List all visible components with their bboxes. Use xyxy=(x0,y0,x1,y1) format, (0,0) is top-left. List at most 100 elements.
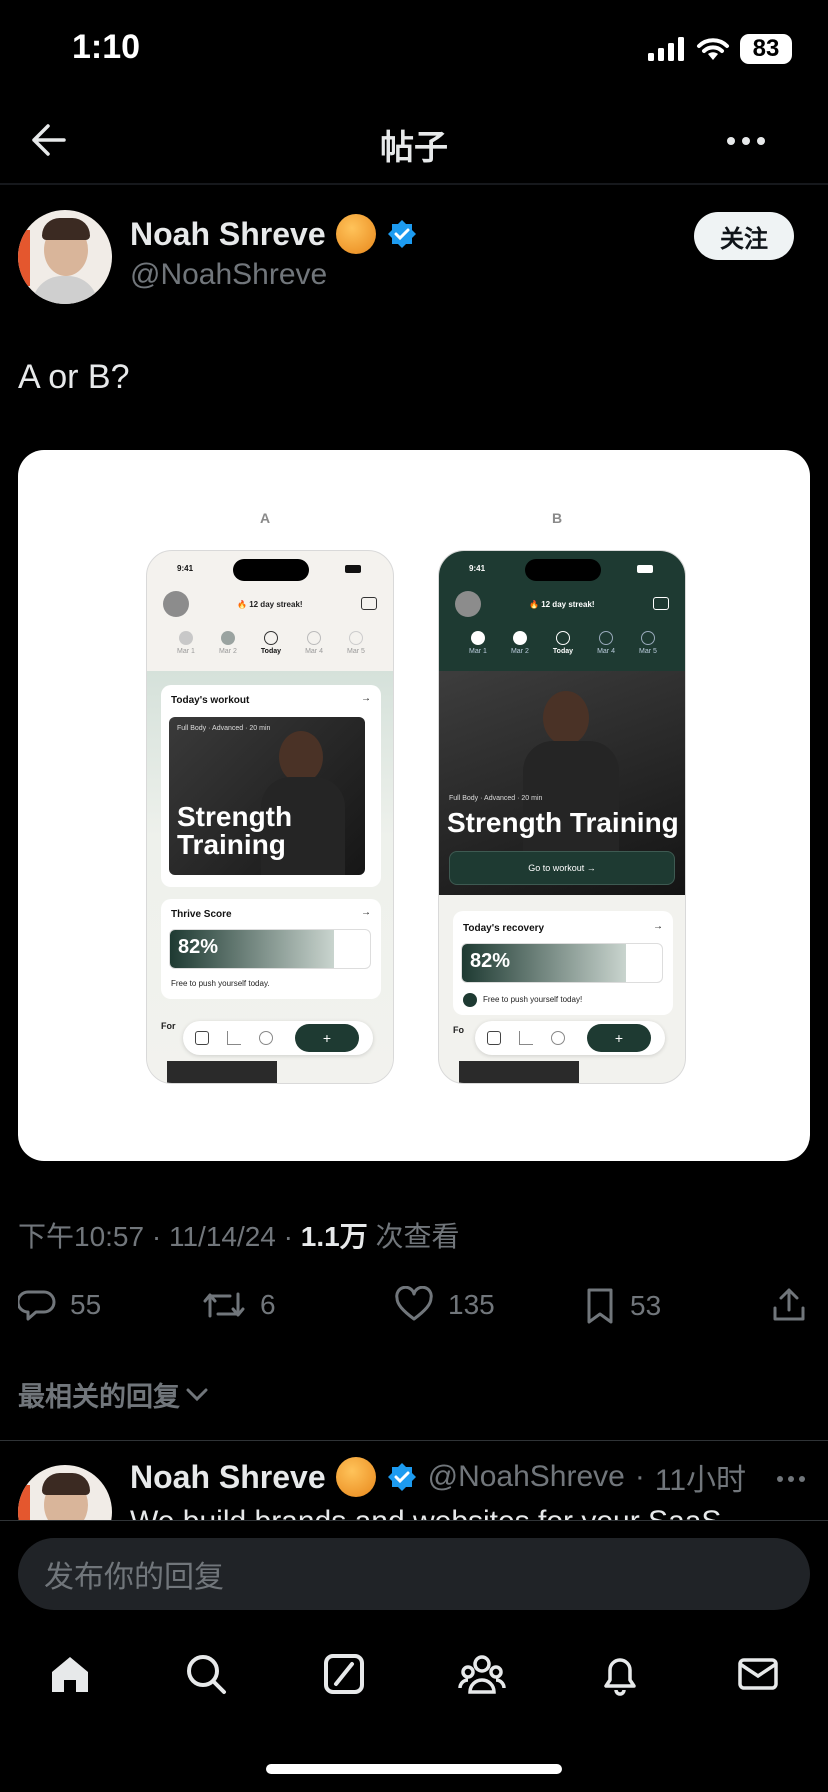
home-indicator xyxy=(266,1764,562,1774)
post-text: A or B? xyxy=(18,358,130,396)
phone-b-photo: Full Body · Advanced · 20 min Strength T… xyxy=(439,671,685,895)
post-image[interactable]: A B 9:41 🔥 12 day streak! Mar 1 Mar 2 To… xyxy=(18,450,810,1161)
reply-author[interactable]: Noah Shreve xyxy=(130,1459,326,1496)
share-button[interactable] xyxy=(770,1286,808,1324)
reply-input[interactable]: 发布你的回复 xyxy=(18,1538,810,1610)
phone-a-streak: 🔥 12 day streak! xyxy=(237,600,303,609)
author-handle[interactable]: @NoahShreve xyxy=(130,258,327,292)
plus-icon: + xyxy=(587,1024,651,1052)
arrow-right-icon: → xyxy=(361,693,371,704)
phone-b-avatar xyxy=(455,591,481,617)
day-label: Today xyxy=(552,648,574,655)
score-bar: 82% xyxy=(461,943,663,983)
reply-sort-dropdown[interactable]: 最相关的回复 xyxy=(18,1375,208,1414)
phone-b-battery xyxy=(637,565,653,573)
arrow-right-icon: → xyxy=(653,921,663,932)
avatar[interactable] xyxy=(18,210,112,304)
reply-item[interactable]: Noah Shreve @NoahShreve · 11小时 We build … xyxy=(0,1441,828,1520)
reply-count: 55 xyxy=(70,1289,102,1320)
section-title: Fo xyxy=(453,1025,464,1035)
reply-button[interactable]: 55 xyxy=(18,1286,101,1324)
chart-icon xyxy=(227,1031,241,1045)
like-button[interactable]: 135 xyxy=(394,1286,495,1324)
mockup-phone-b: 9:41 🔥 12 day streak! Mar 1 Mar 2 Today … xyxy=(438,550,686,1084)
phone-b-tabbar: + xyxy=(475,1021,665,1055)
cta-label: Go to workout xyxy=(528,863,585,873)
chevron-down-icon xyxy=(186,1388,208,1401)
status-icons: 83 xyxy=(648,34,792,64)
repost-button[interactable]: 6 xyxy=(202,1286,276,1324)
post-date: 11/14/24 xyxy=(168,1221,276,1252)
heart-icon xyxy=(395,1286,433,1321)
orange-badge-icon xyxy=(335,1457,376,1497)
go-to-workout-button: Go to workout → xyxy=(449,851,675,885)
more-icon[interactable] xyxy=(726,136,766,146)
tag: 20 min xyxy=(521,795,543,802)
repost-icon xyxy=(203,1292,245,1318)
day-label: Mar 2 xyxy=(218,648,237,655)
search-icon[interactable] xyxy=(184,1652,228,1696)
people-icon xyxy=(259,1031,273,1045)
day-label: Mar 1 xyxy=(177,648,195,655)
tag: Advanced xyxy=(212,725,244,732)
reply-header: Noah Shreve @NoahShreve · 11小时 xyxy=(130,1455,746,1499)
messages-icon[interactable] xyxy=(736,1652,780,1696)
score-card: Thrive Score → 82% Free to push yourself… xyxy=(161,899,381,999)
label-b: B xyxy=(552,510,563,526)
notifications-icon[interactable] xyxy=(598,1652,642,1696)
label-a: A xyxy=(260,510,271,526)
arrow-right-icon: → xyxy=(361,907,371,918)
tag: Full Body xyxy=(177,725,207,732)
score-note: Free to push yourself today! xyxy=(483,995,583,1004)
verified-icon xyxy=(387,1463,416,1491)
bookmark-icon xyxy=(587,1288,613,1324)
reply-text: We build brands and websites for your Sa… xyxy=(130,1505,721,1520)
phone-a-avatar xyxy=(163,591,189,617)
bookmark-count: 53 xyxy=(630,1290,662,1321)
streak-text: 12 day streak! xyxy=(541,600,595,609)
chat-icon xyxy=(653,597,669,610)
wifi-icon xyxy=(697,38,729,60)
home-icon[interactable] xyxy=(48,1652,92,1696)
orange-badge-icon xyxy=(335,214,376,254)
recovery-icon xyxy=(463,993,477,1007)
bookmark-button[interactable]: 53 xyxy=(584,1286,661,1326)
action-bar: 55 6 135 53 xyxy=(18,1286,810,1326)
workout-title: Today's workout xyxy=(171,695,250,706)
follow-button[interactable]: 关注 xyxy=(694,212,794,260)
status-time: 1:10 xyxy=(72,28,141,66)
hero-title: Strength Training xyxy=(177,801,293,860)
author-name[interactable]: Noah Shreve xyxy=(130,216,326,253)
phone-b-days: Mar 1 Mar 2 Today Mar 4 Mar 5 xyxy=(439,631,685,671)
tag: Advanced xyxy=(484,795,516,802)
signal-icon xyxy=(648,37,684,61)
chart-icon xyxy=(519,1031,533,1045)
phone-b-streak: 🔥 12 day streak! xyxy=(529,600,595,609)
share-icon xyxy=(773,1288,805,1321)
score-note: Free to push yourself today. xyxy=(171,979,270,988)
page-title: 帖子 xyxy=(380,129,448,167)
mockup-phone-a: 9:41 🔥 12 day streak! Mar 1 Mar 2 Today … xyxy=(146,550,394,1084)
view-count: 1.1万 xyxy=(300,1221,368,1252)
dynamic-island xyxy=(233,559,309,581)
view-label: 次查看 xyxy=(375,1221,460,1252)
sort-label: 最相关的回复 xyxy=(18,1382,180,1412)
reply-more-icon[interactable] xyxy=(776,1475,806,1483)
workout-card: Today's workout → Full Body · Advanced ·… xyxy=(161,685,381,887)
bottom-tab-bar xyxy=(0,1640,828,1714)
communities-icon[interactable] xyxy=(458,1652,506,1696)
day-label: Mar 1 xyxy=(469,648,487,655)
reply-handle[interactable]: @NoahShreve xyxy=(428,1460,625,1494)
home-icon xyxy=(487,1031,501,1045)
phone-b-time: 9:41 xyxy=(469,564,486,573)
reply-icon xyxy=(18,1290,56,1321)
people-icon xyxy=(551,1031,565,1045)
repost-count: 6 xyxy=(260,1289,276,1320)
screen: 1:10 83 帖子 Noah Shreve @NoahShreve 关注 A … xyxy=(0,0,828,1792)
score-bar: 82% xyxy=(169,929,371,969)
score-value: 82% xyxy=(462,944,626,982)
post-meta: 下午10:57 · 11/14/24 · 1.1万 次查看 xyxy=(18,1221,460,1252)
grok-icon[interactable] xyxy=(322,1652,366,1696)
reply-avatar[interactable] xyxy=(18,1465,112,1520)
day-label: Today xyxy=(260,648,282,655)
